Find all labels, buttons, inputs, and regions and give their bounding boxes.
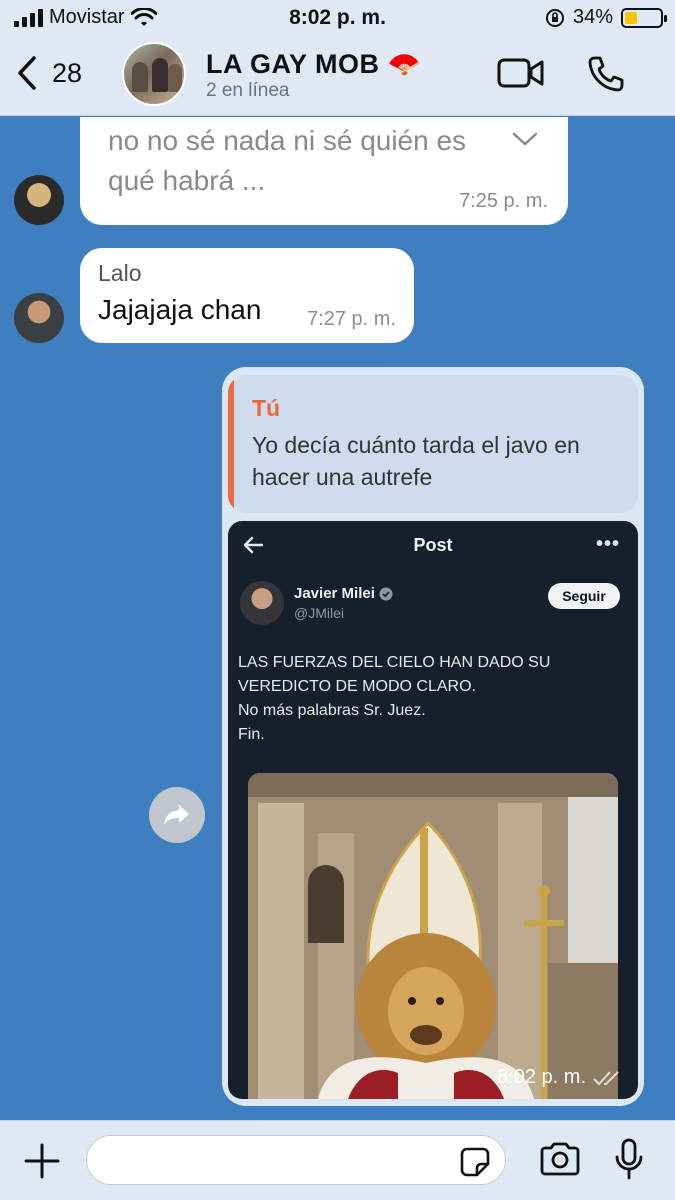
sticker-icon[interactable] [459,1146,491,1178]
message-time: 7:25 p. m. [459,190,548,212]
reply-quote[interactable]: Tú Yo decía cuánto tarda el javo en hace… [228,375,638,513]
chevron-down-icon[interactable] [512,131,538,147]
tweet-screen-title: Post [413,535,453,555]
message-time: 8:02 p. m. [497,1066,622,1089]
phone-icon[interactable] [586,54,626,94]
back-button[interactable]: 28 [14,54,82,92]
chat-area[interactable]: no no sé nada ni sé quién es qué habrá .… [0,117,675,1120]
camera-icon[interactable] [538,1141,582,1177]
status-right: 34% [545,6,667,29]
sender-name[interactable]: Lalo [98,260,141,287]
composer-bar [0,1120,675,1200]
top-bar: Movistar 8:02 p. m. 34% 28 LA GAY MOB 🪭 … [0,0,675,116]
message-text: Jajajaja chan [98,294,262,325]
plus-icon[interactable] [22,1141,62,1181]
tweet-image [248,773,618,1099]
more-icon: ••• [595,533,620,555]
message-input[interactable] [105,1136,455,1182]
group-title[interactable]: LA GAY MOB 🪭 [206,48,422,80]
orientation-lock-icon [545,8,564,27]
reply-text: Yo decía cuánto tarda el javo en hacer u… [252,432,580,490]
video-call-icon[interactable] [497,56,545,90]
status-bar: Movistar 8:02 p. m. 34% [0,0,675,36]
forward-button[interactable] [149,787,205,843]
message-bubble-outgoing[interactable]: Tú Yo decía cuánto tarda el javo en hace… [222,367,644,1106]
battery-label: 34% [572,6,613,28]
message-text: no no sé nada ni sé quién es qué habrá .… [108,125,467,196]
tweet-screenshot[interactable]: Post ••• Javier Milei @JMilei Seguir LAS… [228,521,638,1099]
chevron-left-icon [18,56,36,90]
verified-badge-icon [379,587,393,600]
tweet-text: LAS FUERZAS DEL CIELO HAN DADO SU VEREDI… [238,654,551,743]
tweet-author-avatar [240,581,284,625]
lion-pope-illustration [248,773,618,1099]
message-bubble-incoming[interactable]: Lalo Jajajaja chan 7:27 p. m. [80,248,414,343]
double-check-icon [593,1070,619,1085]
sender-avatar[interactable] [14,175,64,225]
reply-sender: Tú [252,395,281,421]
message-time: 7:27 p. m. [307,308,396,330]
online-status: 2 en línea [206,80,290,101]
microphone-icon[interactable] [614,1137,644,1181]
battery-icon [621,7,667,28]
message-bubble-incoming[interactable]: no no sé nada ni sé quién es qué habrá .… [80,117,568,225]
follow-button: Seguir [548,583,620,609]
group-avatar[interactable] [122,42,186,106]
chat-header: 28 LA GAY MOB 🪭 2 en línea [0,40,675,114]
message-input-box[interactable] [86,1135,506,1185]
unread-count: 28 [52,57,83,88]
tweet-author: Javier Milei [294,585,393,602]
share-arrow-icon [164,805,189,825]
sender-avatar[interactable] [14,293,64,343]
tweet-handle: @JMilei [294,605,344,621]
